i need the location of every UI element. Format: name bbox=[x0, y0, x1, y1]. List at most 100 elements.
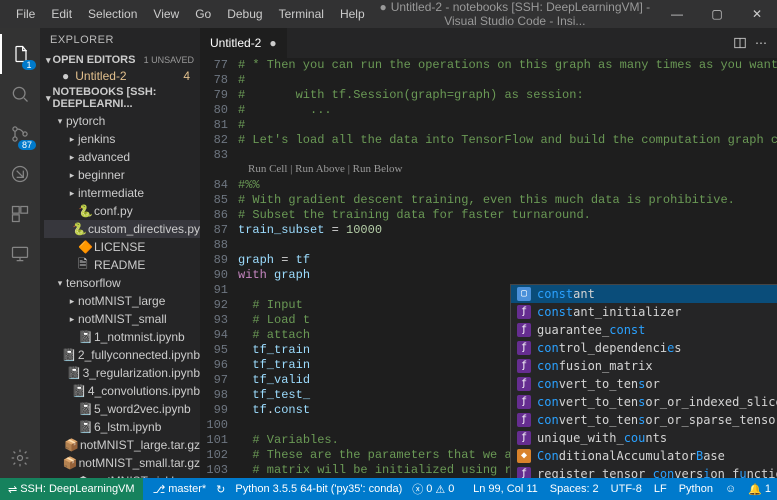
tree-item[interactable]: 📓1_notmnist.ipynb bbox=[44, 328, 200, 346]
tree-item[interactable]: 📓2_fullyconnected.ipynb bbox=[44, 346, 200, 364]
open-editors-header[interactable]: ▾ OPEN EDITORS 1 UNSAVED bbox=[40, 52, 200, 68]
menubar: FileEditSelectionViewGoDebugTerminalHelp bbox=[8, 3, 373, 25]
menu-file[interactable]: File bbox=[8, 3, 43, 25]
suggestion-item[interactable]: ƒconstant_initializer bbox=[511, 303, 777, 321]
tree-item[interactable]: 📦notMNIST_large.tar.gz bbox=[44, 436, 200, 454]
tree-item[interactable]: 📦notMNIST_small.tar.gz bbox=[44, 454, 200, 472]
suggestion-item[interactable]: ƒunique_with_counts bbox=[511, 429, 777, 447]
tree-item[interactable]: 🐍conf.py bbox=[44, 202, 200, 220]
minimize-button[interactable]: — bbox=[657, 0, 697, 28]
line-number: 87 bbox=[200, 223, 238, 238]
nb-icon: 📓 bbox=[78, 330, 92, 344]
unsaved-dot-icon: ● bbox=[269, 36, 276, 50]
chevron-down-icon: ▾ bbox=[46, 55, 51, 66]
activity-scm[interactable]: 87 bbox=[0, 114, 40, 154]
tree-item[interactable]: ▸advanced bbox=[44, 148, 200, 166]
line-number: 78 bbox=[200, 73, 238, 88]
menu-terminal[interactable]: Terminal bbox=[271, 3, 332, 25]
suggestion-item[interactable]: ƒguarantee_const bbox=[511, 321, 777, 339]
tree-item[interactable]: 🐍custom_directives.py bbox=[44, 220, 200, 238]
codelens-link[interactable]: Run Above bbox=[295, 163, 345, 175]
tree-item[interactable]: 🗎README bbox=[44, 256, 200, 274]
codelens-link[interactable]: Run Below bbox=[353, 163, 403, 175]
editor-tab[interactable]: Untitled-2 ● bbox=[200, 28, 288, 58]
activity-search[interactable] bbox=[0, 74, 40, 114]
tree-item[interactable]: ▾tensorflow bbox=[44, 274, 200, 292]
status-problems[interactable]: ⓧ0 ⚠0 bbox=[412, 481, 454, 497]
split-editor-icon[interactable] bbox=[733, 36, 747, 50]
status-branch[interactable]: ⎇ master* bbox=[153, 483, 207, 496]
menu-view[interactable]: View bbox=[145, 3, 187, 25]
status-feedback[interactable]: ☺ bbox=[725, 483, 736, 495]
zip-icon: 📦 bbox=[64, 438, 78, 452]
status-language[interactable]: Python bbox=[679, 483, 713, 495]
menu-help[interactable]: Help bbox=[332, 3, 373, 25]
tree-item[interactable]: ▸beginner bbox=[44, 166, 200, 184]
file-tree: ▾pytorch▸jenkins▸advanced▸beginner▸inter… bbox=[40, 112, 200, 478]
branch-icon: ⎇ bbox=[153, 483, 166, 496]
suggestion-item[interactable]: ƒconvert_to_tensor bbox=[511, 375, 777, 393]
line-number: 91 bbox=[200, 283, 238, 298]
line-number: 99 bbox=[200, 403, 238, 418]
suggestion-item[interactable]: ƒconvert_to_tensor_or_indexed_slices bbox=[511, 393, 777, 411]
tree-item[interactable]: 📓4_convolutions.ipynb bbox=[44, 382, 200, 400]
status-spaces[interactable]: Spaces: 2 bbox=[550, 483, 599, 495]
open-editor-item[interactable]: ● Untitled-2 4 bbox=[40, 68, 200, 84]
extensions-icon bbox=[10, 204, 30, 224]
class-icon: ◆ bbox=[517, 449, 531, 463]
line-number: 101 bbox=[200, 433, 238, 448]
menu-selection[interactable]: Selection bbox=[80, 3, 145, 25]
tree-item[interactable]: ▸intermediate bbox=[44, 184, 200, 202]
error-icon: ⓧ bbox=[412, 481, 423, 497]
maximize-button[interactable]: ▢ bbox=[697, 0, 737, 28]
menu-edit[interactable]: Edit bbox=[43, 3, 80, 25]
status-python[interactable]: Python 3.5.5 64-bit ('py35': conda) bbox=[235, 483, 402, 495]
tree-item[interactable]: 📓3_regularization.ipynb bbox=[44, 364, 200, 382]
line-number: 84 bbox=[200, 178, 238, 193]
status-sync[interactable]: ↻ bbox=[216, 483, 225, 496]
status-remote[interactable]: ⇌ SSH: DeepLearningVM bbox=[0, 478, 143, 500]
sidebar-title: EXPLORER bbox=[40, 28, 200, 52]
activity-remote[interactable] bbox=[0, 234, 40, 274]
tree-item[interactable]: 🔶LICENSE bbox=[44, 238, 200, 256]
status-encoding[interactable]: UTF-8 bbox=[611, 483, 642, 495]
codelens-link[interactable]: Run Cell bbox=[248, 163, 287, 175]
line-number: 89 bbox=[200, 253, 238, 268]
suggestion-item[interactable]: ▢constant bbox=[511, 285, 777, 303]
tree-item[interactable]: ▾pytorch bbox=[44, 112, 200, 130]
tree-item[interactable]: ▸jenkins bbox=[44, 130, 200, 148]
bell-icon: 🔔 bbox=[748, 483, 762, 496]
status-notifications[interactable]: 🔔1 bbox=[748, 483, 771, 496]
tree-item[interactable]: ▸notMNIST_small bbox=[44, 310, 200, 328]
activity-explorer[interactable]: 1 bbox=[0, 34, 40, 74]
activity-extensions[interactable] bbox=[0, 194, 40, 234]
explorer-badge: 1 bbox=[22, 60, 36, 70]
suggestion-item[interactable]: ƒcontrol_dependencies bbox=[511, 339, 777, 357]
intellisense-popup[interactable]: ▢constantƒconstant_initializerƒguarantee… bbox=[510, 284, 777, 478]
suggestion-item[interactable]: ƒconvert_to_tensor_or_sparse_tensor bbox=[511, 411, 777, 429]
status-eol[interactable]: LF bbox=[654, 483, 667, 495]
workspace-header[interactable]: ▾ NOTEBOOKS [SSH: DEEPLEARNI... bbox=[40, 84, 200, 112]
activity-settings[interactable] bbox=[0, 438, 40, 478]
remote-explorer-icon bbox=[10, 244, 30, 264]
tree-item[interactable]: 📓6_lstm.ipynb bbox=[44, 418, 200, 436]
suggestion-item[interactable]: ƒregister_tensor_conversion_function bbox=[511, 465, 777, 478]
line-number: 88 bbox=[200, 238, 238, 253]
editor[interactable]: 77# * Then you can run the operations on… bbox=[200, 58, 777, 478]
tree-item[interactable]: ▸notMNIST_large bbox=[44, 292, 200, 310]
py-icon: 🐍 bbox=[78, 204, 92, 218]
status-lncol[interactable]: Ln 99, Col 11 bbox=[473, 483, 538, 495]
close-button[interactable]: ✕ bbox=[737, 0, 777, 28]
tab-label: Untitled-2 bbox=[210, 36, 261, 50]
func-icon: ƒ bbox=[517, 467, 531, 478]
window-controls: — ▢ ✕ bbox=[657, 0, 777, 28]
suggestion-item[interactable]: ◆ConditionalAccumulatorBase bbox=[511, 447, 777, 465]
suggestion-item[interactable]: ƒconfusion_matrix bbox=[511, 357, 777, 375]
menu-go[interactable]: Go bbox=[187, 3, 219, 25]
tree-item[interactable]: 📓5_word2vec.ipynb bbox=[44, 400, 200, 418]
nb-icon: 📓 bbox=[78, 420, 92, 434]
line-number: 86 bbox=[200, 208, 238, 223]
activity-debug[interactable] bbox=[0, 154, 40, 194]
more-actions-icon[interactable]: ⋯ bbox=[755, 36, 767, 50]
menu-debug[interactable]: Debug bbox=[219, 3, 270, 25]
